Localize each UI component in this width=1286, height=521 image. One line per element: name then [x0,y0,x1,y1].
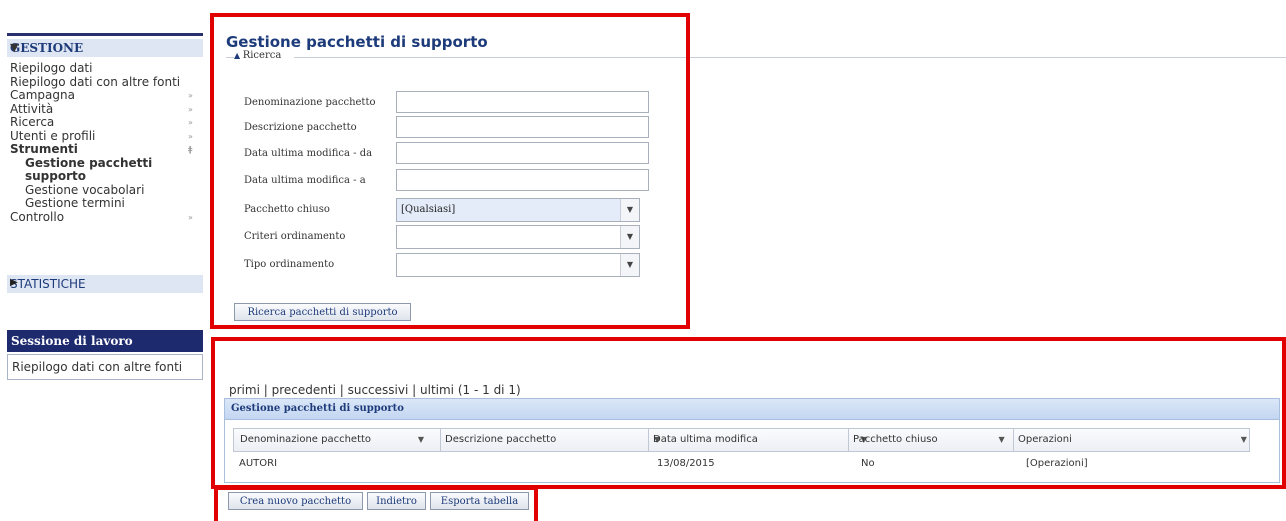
session-link[interactable]: Riepilogo dati con altre fonti [12,360,182,374]
sidebar-menu: Riepilogo dati Riepilogo dati con altre … [10,61,200,225]
sidebar-item-campagna[interactable]: Campagna» [10,88,200,103]
sidebar-item-controllo[interactable]: Controllo» [10,210,200,225]
expand-chevron-icon: » [188,104,193,114]
session-panel-body: Riepilogo dati con altre fonti [7,354,203,380]
expand-chevron-icon: » [188,118,193,127]
highlight-box-results [211,337,1286,489]
sidebar-subitem-gestione-termini[interactable]: Gestione termini [10,196,200,211]
sidebar-subitem-supporto[interactable]: supporto [10,169,200,184]
collapse-chevron-icon: ǂ [188,145,193,154]
session-panel-title: Sessione di lavoro [7,330,203,352]
sidebar-item-strumenti[interactable]: Strumenti ǂ [10,142,200,157]
sidebar-item-utenti-profili[interactable]: Utenti e profili» [10,129,200,144]
sidebar-subitem-gestione-vocabolari[interactable]: Gestione vocabolari [10,183,200,198]
sidebar-item-riepilogo-dati[interactable]: Riepilogo dati [10,61,200,76]
collapse-arrow-icon[interactable]: ▼ [10,41,195,54]
gestione-section-header[interactable]: GESTIONE ▼ [7,39,203,57]
sidebar-top-bar [7,33,203,36]
highlight-box-search [210,13,690,329]
expand-triangle-icon[interactable]: ▶ [10,277,197,288]
expand-chevron-icon: » [188,91,193,100]
highlight-box-actions [214,486,538,521]
statistiche-section-header[interactable]: STATISTICHE ▶ [7,275,203,293]
sidebar-item-riepilogo-altre-fonti[interactable]: Riepilogo dati con altre fonti [10,75,200,90]
sidebar-item-attivita[interactable]: Attività» [10,102,200,117]
sidebar-item-ricerca[interactable]: Ricerca» [10,115,200,130]
expand-chevron-icon: » [188,212,193,222]
expand-chevron-icon: » [188,131,193,141]
sidebar-subitem-gestione-pacchetti[interactable]: Gestione pacchetti [10,156,200,171]
